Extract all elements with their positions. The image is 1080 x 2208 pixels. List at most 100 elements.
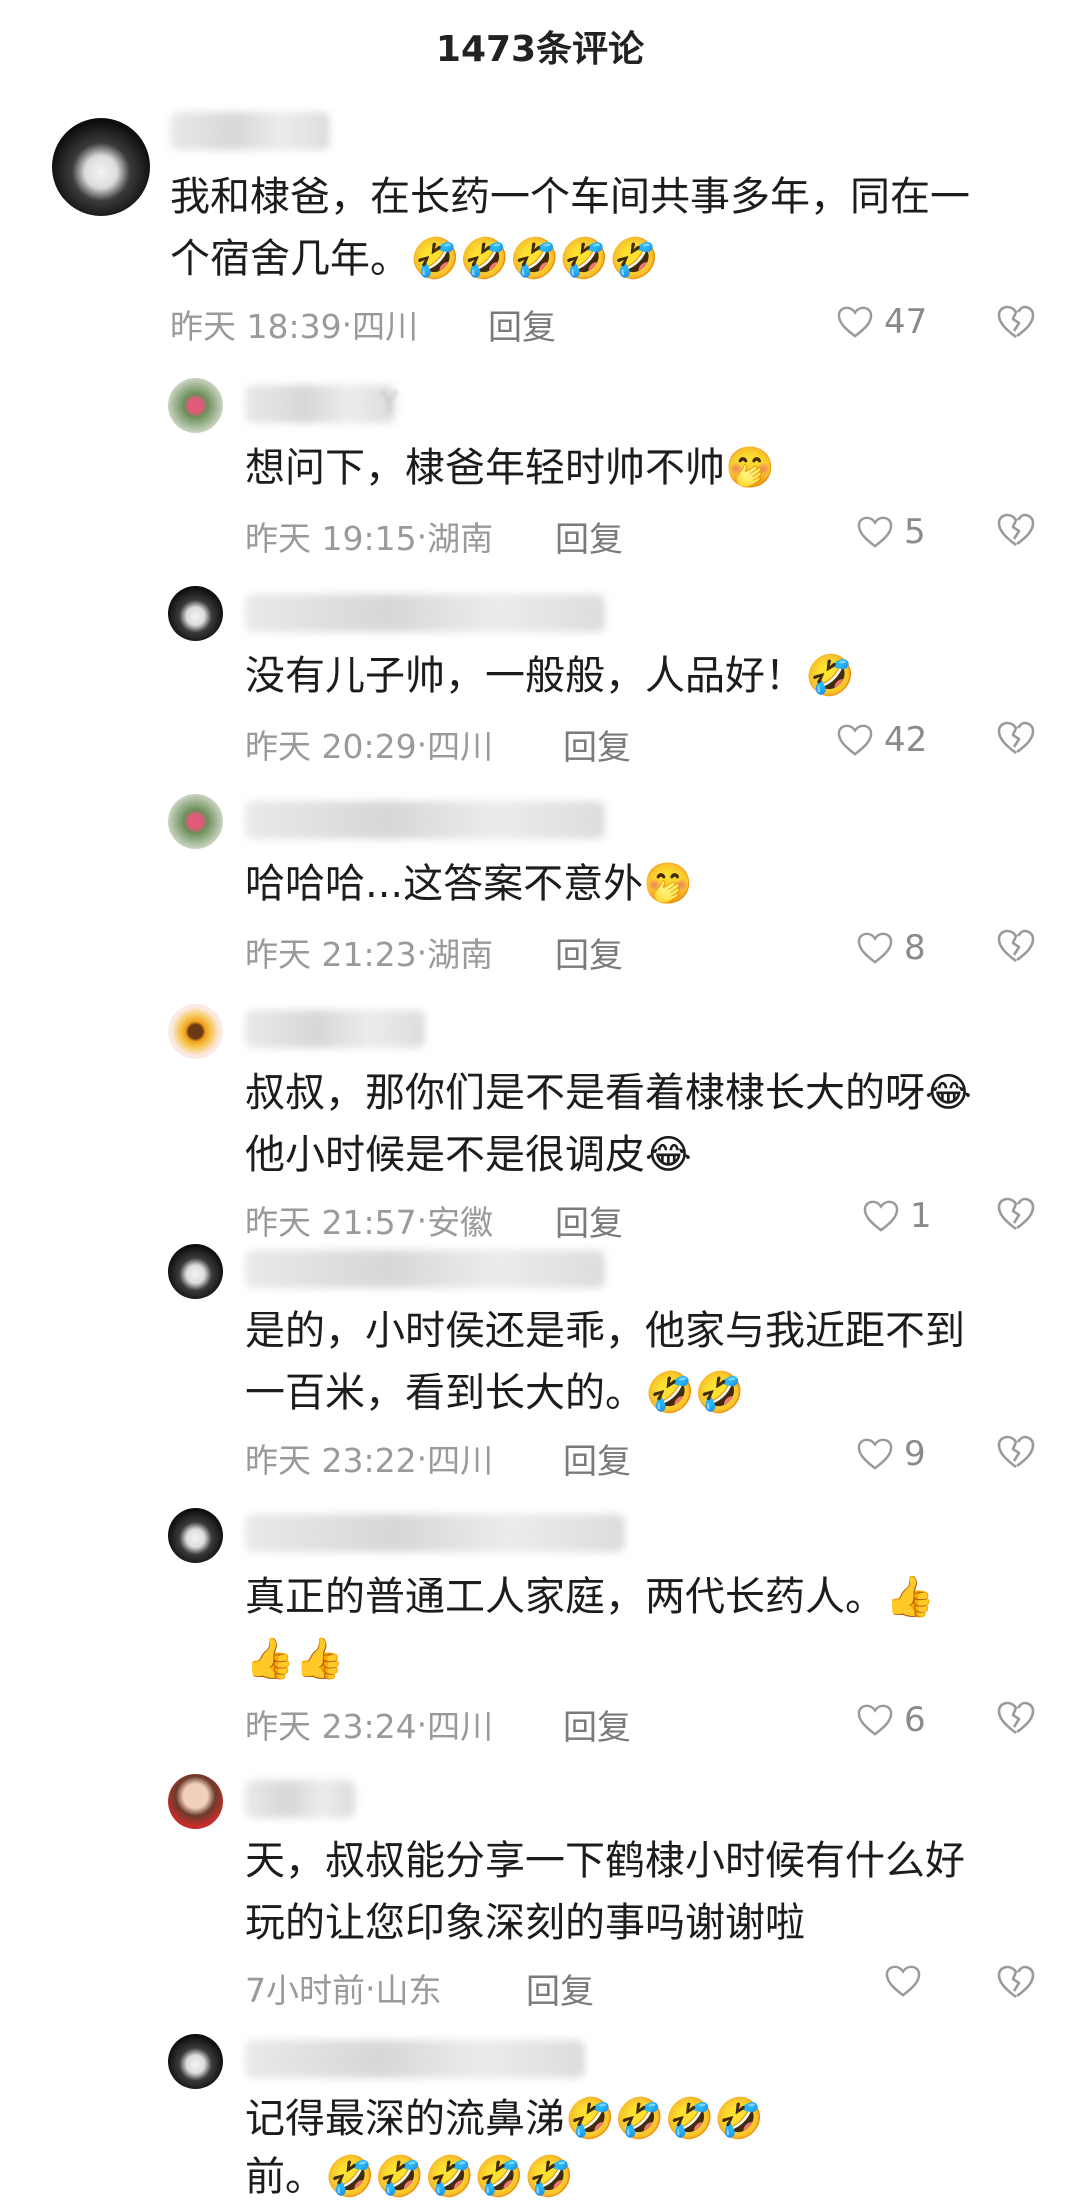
meta-dot: · — [416, 1200, 428, 1240]
meta-dot: · — [416, 1704, 428, 1744]
comment-text-line: 玩的让您印象深刻的事吗谢谢啦 — [245, 1900, 805, 1946]
like-button[interactable]: 47 — [836, 302, 927, 342]
watermark-fade — [780, 2044, 1080, 2204]
like-button[interactable]: 5 — [856, 512, 926, 552]
broken-heart-icon[interactable] — [996, 720, 1036, 756]
broken-heart-icon[interactable] — [996, 1964, 1036, 2000]
username-blurred[interactable] — [245, 2040, 585, 2078]
comment-time: 昨天 23:24 — [245, 1707, 417, 1746]
like-button[interactable]: 1 — [862, 1196, 932, 1236]
comment-meta: 昨天 21:23 · 湖南 — [245, 928, 493, 976]
reply-button[interactable]: 回复 — [555, 928, 623, 977]
user-avatar[interactable] — [52, 118, 150, 216]
comment-location: 四川 — [427, 1707, 494, 1746]
like-count: 6 — [904, 1700, 926, 1740]
comment-time: 昨天 19:15 — [245, 519, 417, 558]
comment-text-line: 👍👍 — [245, 1636, 345, 1682]
comment-text-line: 个宿舍几年。🤣🤣🤣🤣🤣 — [170, 236, 660, 282]
reply-button[interactable]: 回复 — [563, 1434, 631, 1483]
reply-button[interactable]: 回复 — [555, 1196, 623, 1245]
broken-heart-icon[interactable] — [996, 512, 1036, 548]
user-avatar[interactable] — [168, 794, 223, 849]
meta-dot: · — [416, 1438, 428, 1478]
like-count: 1 — [910, 1196, 932, 1236]
comment-text-line: 前。🤣🤣🤣🤣🤣 — [245, 2154, 575, 2200]
user-avatar[interactable] — [168, 378, 223, 433]
comment-meta: 昨天 18:39 · 四川 — [170, 300, 418, 348]
reply-button[interactable]: 回复 — [555, 512, 623, 561]
meta-dot: · — [341, 304, 353, 344]
reply-button[interactable]: 回复 — [563, 720, 631, 769]
like-count: 47 — [884, 302, 928, 342]
like-button[interactable]: 42 — [836, 720, 927, 760]
user-avatar[interactable] — [168, 1004, 223, 1059]
heart-outline-icon — [885, 1965, 921, 1997]
comment-text-line: 叔叔，那你们是不是看着棣棣长大的呀😂 — [245, 1070, 972, 1116]
comment-meta: 昨天 20:29 · 四川 — [245, 720, 493, 768]
comment-count-title: 1473条评论 — [435, 29, 645, 70]
comment-meta: 昨天 19:15 · 湖南 — [245, 512, 493, 560]
comment-text-line: 我和棣爸，在长药一个车间共事多年，同在一 — [170, 174, 970, 220]
comment-location: 湖南 — [427, 519, 494, 558]
comment-text-line: 是的，小时侯还是乖，他家与我近距不到 — [245, 1308, 965, 1354]
comment-time: 昨天 20:29 — [245, 727, 417, 766]
comment-text-line: 记得最深的流鼻涕🤣🤣🤣🤣 — [245, 2096, 765, 2142]
comment-text-line: 真正的普通工人家庭，两代长药人。👍 — [245, 1574, 935, 1620]
heart-outline-icon — [857, 1438, 893, 1470]
like-count: 42 — [884, 720, 928, 760]
user-avatar[interactable] — [168, 2034, 223, 2089]
broken-heart-icon[interactable] — [996, 1434, 1036, 1470]
comment-meta: 昨天 23:22 · 四川 — [245, 1434, 493, 1482]
comment-text-line: 哈哈哈...这答案不意外🤭 — [245, 861, 693, 907]
heart-outline-icon — [857, 516, 893, 548]
like-count: 5 — [904, 512, 926, 552]
reply-button[interactable]: 回复 — [563, 1700, 631, 1749]
comment-meta: 昨天 23:24 · 四川 — [245, 1700, 493, 1748]
broken-heart-icon[interactable] — [996, 928, 1036, 964]
meta-dot: · — [416, 932, 428, 972]
username-blurred[interactable] — [245, 594, 605, 632]
like-count: 9 — [904, 1434, 926, 1474]
user-avatar[interactable] — [168, 1774, 223, 1829]
broken-heart-icon[interactable] — [996, 1196, 1036, 1232]
comment-text-line: 他小时候是不是很调皮😂 — [245, 1132, 692, 1178]
comment-location: 安徽 — [427, 1203, 494, 1242]
heart-outline-icon — [837, 306, 873, 338]
comment-location: 山东 — [375, 1971, 442, 2010]
user-avatar[interactable] — [168, 586, 223, 641]
reply-button[interactable]: 回复 — [488, 300, 556, 349]
meta-dot: · — [416, 724, 428, 764]
username-blurred[interactable] — [245, 1010, 425, 1048]
comment-time: 昨天 21:57 — [245, 1203, 417, 1242]
username-blurred[interactable] — [245, 1514, 625, 1552]
comment-text-line: 天，叔叔能分享一下鹤棣小时候有什么好 — [245, 1838, 965, 1884]
username-blurred[interactable] — [245, 1780, 355, 1818]
heart-outline-icon — [857, 932, 893, 964]
comment-text-line: 一百米，看到长大的。🤣🤣 — [245, 1370, 745, 1416]
comment-text-line: 没有儿子帅，一般般，人品好！🤣 — [245, 653, 855, 699]
broken-heart-icon[interactable] — [996, 304, 1036, 340]
like-count: 8 — [904, 928, 926, 968]
username-blurred[interactable] — [245, 1250, 605, 1288]
user-avatar[interactable] — [168, 1244, 223, 1299]
like-button[interactable]: 9 — [856, 1434, 926, 1474]
reply-button[interactable]: 回复 — [526, 1964, 594, 2013]
broken-heart-icon[interactable] — [996, 1700, 1036, 1736]
like-button[interactable] — [884, 1964, 932, 1998]
heart-outline-icon — [837, 724, 873, 756]
meta-dot: · — [365, 1968, 376, 2008]
comment-location: 四川 — [427, 727, 494, 766]
like-button[interactable]: 8 — [856, 928, 926, 968]
username-blurred[interactable] — [245, 801, 605, 839]
username-blurred[interactable] — [170, 112, 330, 150]
comment-time: 昨天 18:39 — [170, 307, 342, 346]
username-blurred[interactable] — [245, 385, 395, 423]
comment-time: 昨天 21:23 — [245, 935, 417, 974]
comment-location: 四川 — [427, 1441, 494, 1480]
comment-time: 昨天 23:22 — [245, 1441, 417, 1480]
meta-dot: · — [416, 516, 428, 556]
like-button[interactable]: 6 — [856, 1700, 926, 1740]
comment-meta: 7小时前 · 山东 — [245, 1964, 442, 2012]
user-avatar[interactable] — [168, 1508, 223, 1563]
username-partial: Y — [380, 386, 399, 421]
